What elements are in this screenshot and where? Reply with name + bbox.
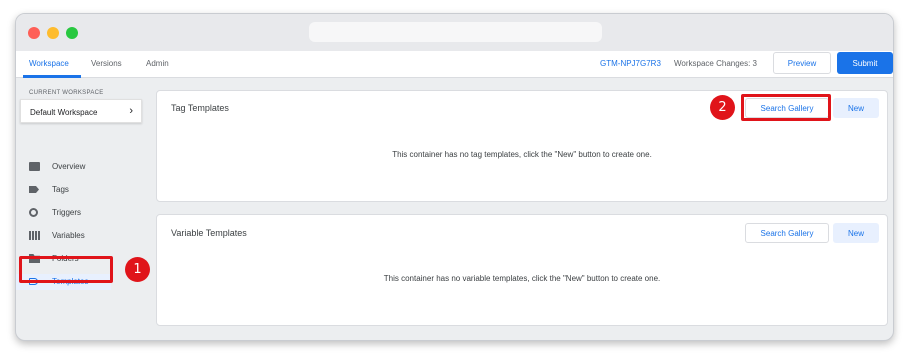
address-bar[interactable] — [309, 22, 602, 42]
active-tab-indicator — [23, 75, 81, 78]
workspace-changes-count: Workspace Changes: 3 — [674, 59, 758, 68]
maximize-window-button[interactable] — [66, 27, 78, 39]
sidebar-item-label: Overview — [52, 162, 86, 171]
workspace-name: Default Workspace — [30, 108, 98, 117]
sidebar-item-overview[interactable]: Overview — [16, 159, 111, 175]
sidebar-item-label: Triggers — [52, 208, 82, 217]
templates-highlight-box — [19, 256, 113, 283]
sidebar-item-variables[interactable]: Variables — [16, 228, 111, 244]
tag-templates-empty-message: This container has no tag templates, cli… — [392, 150, 652, 159]
variable-templates-title: Variable Templates — [171, 228, 247, 238]
tab-versions[interactable]: Versions — [91, 59, 122, 68]
container-id-link[interactable]: GTM-NPJ7G7R3 — [600, 59, 661, 68]
tag-templates-title: Tag Templates — [171, 103, 229, 113]
sidebar: CURRENT WORKSPACE Default Workspace › Ov… — [16, 79, 151, 340]
submit-button[interactable]: Submit — [837, 52, 893, 74]
search-gallery-highlight-box — [741, 94, 831, 121]
top-nav: Workspace Versions Admin GTM-NPJ7G7R3 Wo… — [16, 51, 893, 78]
variable-templates-empty-message: This container has no variable templates… — [383, 274, 661, 283]
sidebar-item-triggers[interactable]: Triggers — [16, 205, 111, 221]
current-workspace-label: CURRENT WORKSPACE — [29, 90, 104, 96]
sidebar-item-label: Variables — [52, 231, 85, 240]
chevron-right-icon: › — [129, 105, 133, 117]
preview-button[interactable]: Preview — [773, 52, 831, 74]
variable-new-button[interactable]: New — [833, 223, 879, 243]
close-window-button[interactable] — [28, 27, 40, 39]
sidebar-item-tags[interactable]: Tags — [16, 182, 111, 198]
tag-new-button[interactable]: New — [833, 98, 879, 118]
workspace-selector[interactable]: Default Workspace › — [20, 99, 142, 123]
variables-icon — [29, 231, 40, 240]
trigger-icon — [29, 208, 38, 217]
variable-templates-card: Variable Templates Search Gallery New Th… — [156, 214, 888, 326]
sidebar-item-label: Tags — [52, 185, 69, 194]
tab-workspace[interactable]: Workspace — [29, 59, 69, 68]
tag-icon — [29, 186, 39, 193]
step-2-badge: 2 — [710, 95, 735, 120]
minimize-window-button[interactable] — [47, 27, 59, 39]
step-1-badge: 1 — [125, 257, 150, 282]
overview-icon — [29, 162, 40, 171]
variable-search-gallery-button[interactable]: Search Gallery — [745, 223, 829, 243]
browser-window: Workspace Versions Admin GTM-NPJ7G7R3 Wo… — [15, 13, 894, 341]
tab-admin[interactable]: Admin — [146, 59, 169, 68]
title-bar — [16, 14, 893, 51]
